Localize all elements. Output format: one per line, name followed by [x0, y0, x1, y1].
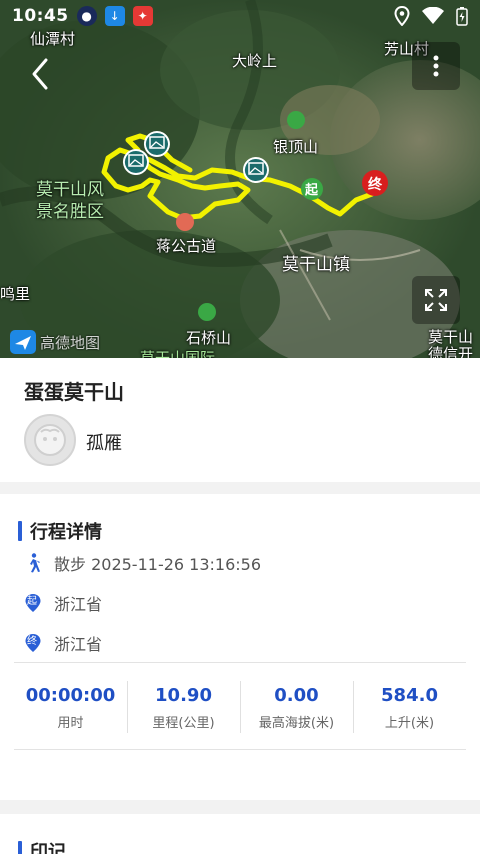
- trip-details-heading: 行程详情: [18, 518, 102, 544]
- route-title: 蛋蛋莫干山: [24, 380, 124, 404]
- end-marker-label: 终: [368, 177, 382, 193]
- trip-stats: 00:00:00 用时 10.90 里程(公里) 0.00 最高海拔(米) 58…: [14, 662, 466, 750]
- stat-label: 用时: [57, 716, 84, 731]
- stat-max-altitude: 0.00 最高海拔(米): [240, 663, 353, 749]
- map-label-daling: 大岭上: [232, 52, 278, 70]
- map-label-shiqiao: 石桥山: [186, 329, 232, 347]
- expand-icon: [425, 289, 447, 311]
- amap-logo-icon: [10, 330, 36, 354]
- start-pin-label: 起: [27, 596, 37, 607]
- more-options-button[interactable]: [412, 42, 460, 90]
- user-name[interactable]: 孤雁: [86, 429, 122, 455]
- app-notification-icon: ●: [76, 6, 97, 26]
- route-map[interactable]: 10:45 ● ↓ ✦ 仙潭村 芳山村 大岭上 银顶山 莫干山风 景名胜区 蒋公…: [0, 0, 480, 358]
- back-button[interactable]: [22, 54, 62, 94]
- map-label-town: 莫干山镇: [282, 255, 350, 275]
- map-label-right-bottom-2: 德信开: [428, 345, 474, 358]
- photo-marker: [242, 157, 269, 183]
- status-bar: 10:45 ● ↓ ✦: [0, 0, 480, 32]
- map-label-jianggong-trail: 蒋公古道: [156, 237, 217, 255]
- end-location-text: 浙江省: [54, 635, 103, 654]
- photo-marker: [143, 131, 170, 157]
- wifi-icon: [422, 7, 444, 24]
- chevron-left-icon: [32, 58, 48, 90]
- stat-label: 里程(公里): [152, 716, 215, 731]
- download-icon: ↓: [104, 6, 125, 26]
- stat-value: 10.90: [155, 685, 212, 706]
- activity-row: 散步 2025-11-26 13:16:56: [24, 551, 261, 575]
- section-accent-bar: [18, 521, 22, 541]
- stat-value: 0.00: [274, 685, 319, 706]
- notes-card: [0, 814, 480, 854]
- start-marker-label: 起: [305, 183, 319, 198]
- activity-text: 散步 2025-11-26 13:16:56: [54, 555, 262, 574]
- fullscreen-map-button[interactable]: [412, 276, 460, 324]
- notes-heading: 印记: [18, 838, 66, 854]
- stat-distance: 10.90 里程(公里): [127, 663, 240, 749]
- stat-label: 最高海拔(米): [258, 716, 335, 731]
- section-accent-bar: [18, 841, 22, 854]
- notes-heading-text: 印记: [30, 842, 66, 854]
- walking-icon: [30, 553, 40, 573]
- trip-details-heading-text: 行程详情: [30, 522, 102, 543]
- map-label-yinding: 银顶山: [273, 138, 319, 156]
- stat-value: 00:00:00: [25, 685, 116, 706]
- stat-duration: 00:00:00 用时: [14, 663, 127, 749]
- stat-elevation-gain: 584.0 上升(米): [353, 663, 466, 749]
- start-location-text: 浙江省: [54, 595, 103, 614]
- app-badge-icon: ✦: [132, 6, 153, 26]
- clock: 10:45: [12, 6, 69, 26]
- map-provider-text: 高德地图: [40, 333, 101, 352]
- more-vertical-icon: [433, 55, 439, 77]
- default-avatar-icon: [34, 424, 66, 456]
- photo-marker: [122, 149, 149, 175]
- battery-icon: [456, 7, 468, 26]
- map-label-scenic-area: 莫干山风 景名胜区: [36, 180, 104, 222]
- avatar[interactable]: [24, 414, 76, 466]
- map-label-intl: 莫干山国际: [140, 349, 216, 358]
- stat-label: 上升(米): [384, 716, 435, 731]
- map-label-left-edge: 鸣里: [0, 285, 31, 303]
- end-pin-label: 终: [27, 636, 37, 647]
- map-provider-logo: 高德地图: [10, 330, 100, 354]
- location-icon: [394, 6, 410, 26]
- stat-value: 584.0: [381, 685, 438, 706]
